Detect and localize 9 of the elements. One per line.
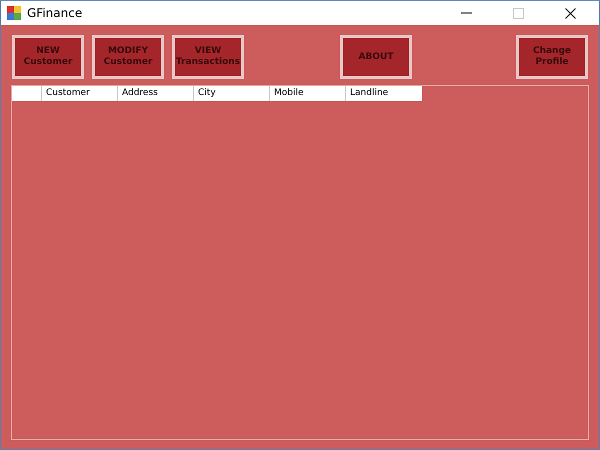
column-header[interactable]: Address (118, 86, 194, 101)
column-header[interactable]: Customer (42, 86, 118, 101)
window-title: GFinance (27, 6, 82, 20)
column-header[interactable]: City (194, 86, 270, 101)
column-header[interactable]: Landline (346, 86, 422, 101)
column-header[interactable]: Mobile (270, 86, 346, 101)
app-icon (7, 6, 21, 20)
close-icon[interactable] (564, 8, 576, 18)
minimize-icon[interactable] (460, 12, 472, 14)
